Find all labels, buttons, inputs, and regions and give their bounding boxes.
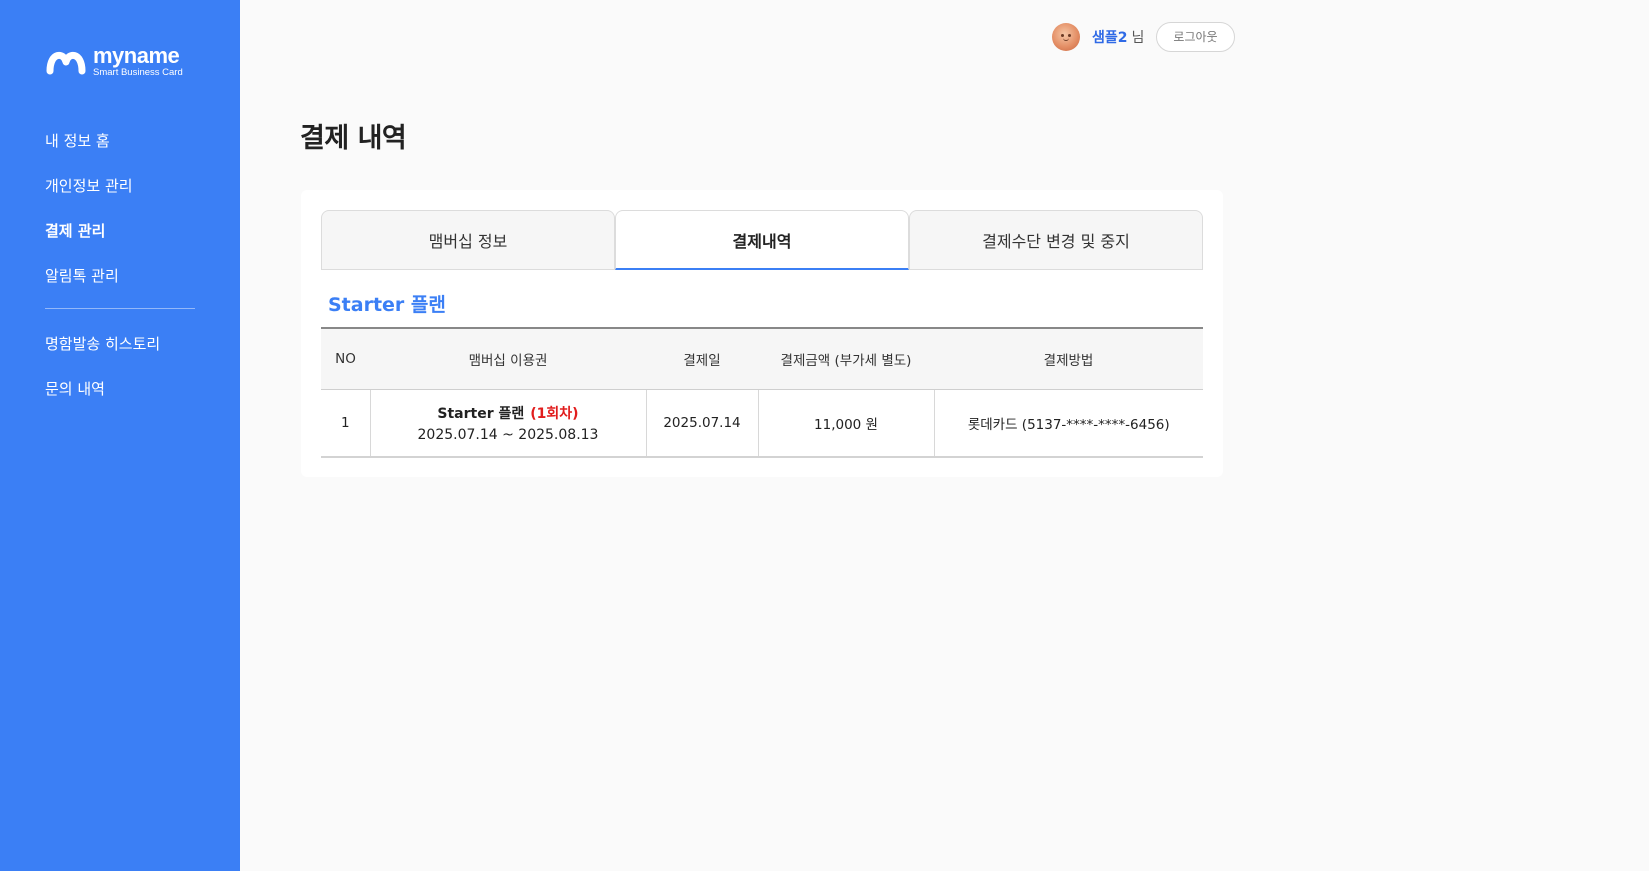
membership-plan-line: Starter 플랜 (1회차)	[371, 403, 646, 423]
cell-amount: 11,000 원	[757, 389, 934, 458]
membership-period: 2025.07.14 ~ 2025.08.13	[417, 426, 599, 443]
sidebar-nav: 내 정보 홈 개인정보 관리 결제 관리 알림톡 관리 명함발송 히스토리 문의…	[45, 128, 195, 421]
logout-button[interactable]: 로그아웃	[1156, 22, 1235, 52]
sidebar: myname Smart Business Card 내 정보 홈 개인정보 관…	[0, 0, 240, 871]
membership-round: (1회차)	[530, 405, 579, 422]
sidebar-item-home[interactable]: 내 정보 홈	[45, 128, 195, 173]
brand-logo[interactable]: myname Smart Business Card	[45, 44, 183, 78]
logo-text: myname Smart Business Card	[93, 42, 183, 78]
table-row: 1 Starter 플랜 (1회차) 2025.07.14 ~ 2025.08.1…	[321, 389, 1203, 458]
avatar	[1052, 23, 1080, 51]
payment-table: NO 맴버십 이용권 결제일 결제금액 (부가세 별도) 결제방법 1 Star…	[321, 327, 1203, 458]
user-suffix: 님	[1131, 30, 1145, 46]
cell-membership: Starter 플랜 (1회차) 2025.07.14 ~ 2025.08.13	[369, 389, 646, 458]
col-header-no: NO	[321, 327, 370, 390]
sidebar-item-alimtalk[interactable]: 알림톡 관리	[45, 263, 195, 308]
tab-payment-history[interactable]: 결제내역	[615, 210, 909, 270]
col-header-method: 결제방법	[934, 327, 1203, 390]
col-header-membership: 맴버십 이용권	[370, 327, 646, 390]
sidebar-item-profile[interactable]: 개인정보 관리	[45, 173, 195, 218]
brand-name: myname	[93, 42, 180, 68]
avatar-mouth	[1063, 38, 1069, 41]
logo-mark-icon	[46, 51, 86, 75]
col-header-date: 결제일	[646, 327, 758, 390]
sidebar-divider	[45, 308, 195, 309]
tab-bar: 맴버십 정보 결제내역 결제수단 변경 및 중지	[321, 210, 1203, 270]
col-header-amount: 결제금액 (부가세 별도)	[758, 327, 934, 390]
membership-plan-name: Starter 플랜	[437, 405, 525, 422]
avatar-eye-right	[1068, 34, 1071, 37]
cell-no: 1	[321, 389, 370, 458]
sidebar-item-payment[interactable]: 결제 관리	[45, 218, 195, 263]
tab-payment-method[interactable]: 결제수단 변경 및 중지	[909, 210, 1203, 270]
plan-title: Starter 플랜	[328, 294, 446, 316]
tab-membership-info[interactable]: 맴버십 정보	[321, 210, 615, 270]
top-user-bar: 샘플2 님 로그아웃	[1052, 22, 1235, 52]
cell-date: 2025.07.14	[645, 389, 758, 458]
page-title: 결제 내역	[300, 123, 407, 154]
user-name: 샘플2	[1092, 30, 1128, 46]
sidebar-item-card-history[interactable]: 명함발송 히스토리	[45, 331, 195, 376]
table-header-row: NO 맴버십 이용권 결제일 결제금액 (부가세 별도) 결제방법	[321, 327, 1203, 390]
cell-method: 롯데카드 (5137-****-****-6456)	[933, 389, 1203, 458]
payment-card: 맴버십 정보 결제내역 결제수단 변경 및 중지 Starter 플랜 NO 맴…	[301, 190, 1223, 477]
brand-tagline: Smart Business Card	[93, 66, 183, 78]
sidebar-item-inquiries[interactable]: 문의 내역	[45, 376, 195, 421]
avatar-eye-left	[1061, 34, 1064, 37]
